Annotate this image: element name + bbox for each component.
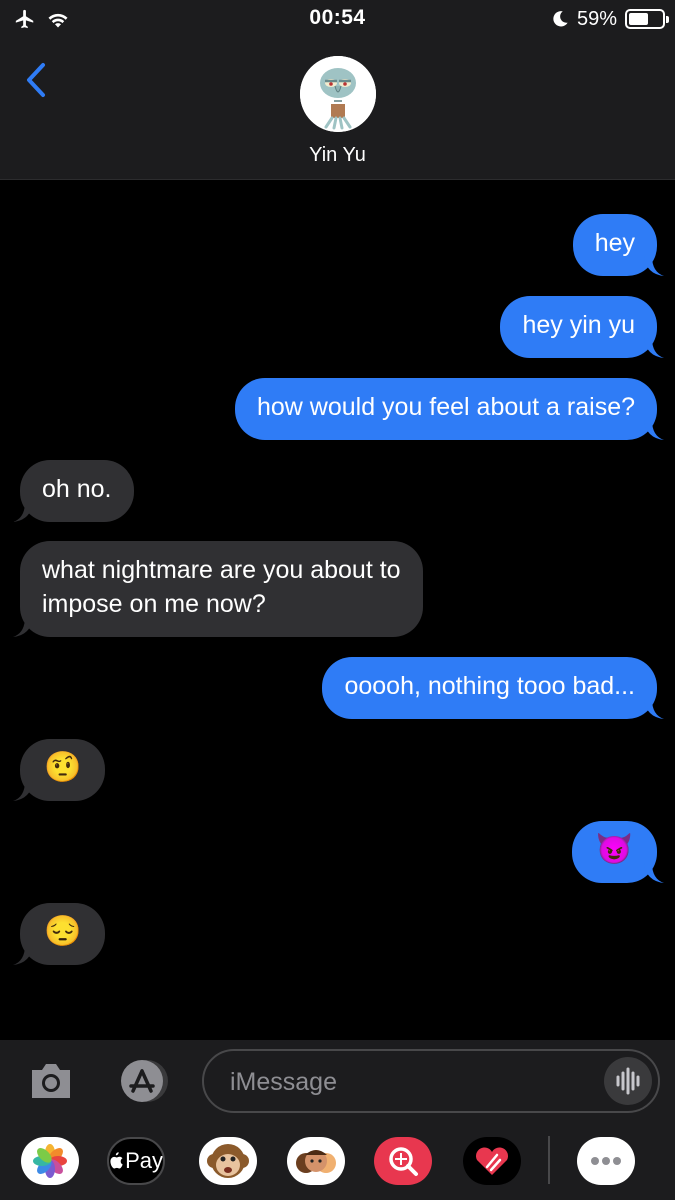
apple-pay-label: Pay xyxy=(125,1148,163,1173)
bubble-tail xyxy=(644,699,664,719)
moon-icon xyxy=(553,11,568,27)
audio-message-button[interactable] xyxy=(604,1057,652,1105)
message-text-line-1: what nightmare are you about to xyxy=(42,556,401,584)
animoji-button[interactable] xyxy=(199,1137,257,1185)
digital-touch-icon xyxy=(476,1147,508,1175)
message-text: oh no. xyxy=(42,475,112,503)
app-store-icon xyxy=(121,1060,168,1102)
bubble-tail xyxy=(13,617,33,637)
bubble-tail xyxy=(644,420,664,440)
message-sent-5[interactable]: 😈 xyxy=(571,821,664,883)
pensive-emoji: 😔 xyxy=(44,915,82,948)
raised-eyebrow-emoji: 🤨 xyxy=(44,751,82,784)
apple-pay-button[interactable]: Pay xyxy=(107,1137,165,1185)
status-bar: 00:54 59% xyxy=(0,0,675,38)
waveform-icon xyxy=(616,1067,640,1095)
camera-icon xyxy=(32,1064,70,1098)
search-images-icon xyxy=(389,1147,418,1176)
bubble-tail xyxy=(13,945,33,965)
status-right: 59% xyxy=(551,6,669,32)
battery-percent: 59% xyxy=(576,7,617,30)
avatar-illustration xyxy=(300,56,376,132)
bubble-tail xyxy=(644,863,664,883)
contact-name[interactable]: Yin Yu xyxy=(0,144,675,167)
chevron-left-icon xyxy=(27,63,45,97)
bubble-tail xyxy=(644,338,664,358)
message-input-field[interactable] xyxy=(202,1049,660,1113)
monkey-animoji-icon xyxy=(207,1144,249,1178)
back-button[interactable] xyxy=(18,58,58,102)
battery-cap xyxy=(666,16,669,23)
digital-touch-button[interactable] xyxy=(463,1137,521,1185)
message-received-1[interactable]: oh no. xyxy=(13,460,134,522)
message-input[interactable] xyxy=(230,1063,590,1101)
smiling-devil-emoji: 😈 xyxy=(595,833,633,866)
memoji-button[interactable] xyxy=(287,1137,345,1185)
more-apps-button[interactable] xyxy=(577,1137,635,1185)
more-icon xyxy=(591,1157,621,1165)
message-sent-2[interactable]: hey yin yu xyxy=(500,296,664,358)
memoji-icon xyxy=(296,1150,336,1173)
app-strip-divider xyxy=(548,1136,550,1184)
app-drawer: Pay xyxy=(0,1132,675,1192)
message-sent-3[interactable]: how would you feel about a raise? xyxy=(234,378,664,440)
message-text-line-2: impose on me now? xyxy=(42,590,266,618)
apple-logo-icon xyxy=(110,1152,123,1169)
bubble-tail xyxy=(13,502,33,522)
bubble-tail xyxy=(13,781,33,801)
app-store-button[interactable] xyxy=(114,1058,172,1104)
photos-app-button[interactable] xyxy=(21,1137,79,1185)
message-received-4[interactable]: 😔 xyxy=(13,903,106,965)
photos-icon xyxy=(33,1144,67,1178)
conversation-header: 00:54 59% Yin Yu xyxy=(0,0,675,180)
bubble-tail xyxy=(644,256,664,276)
camera-button[interactable] xyxy=(28,1060,74,1102)
battery-level xyxy=(629,13,648,25)
image-search-button[interactable] xyxy=(374,1137,432,1185)
message-sent-1[interactable]: hey xyxy=(572,214,664,276)
message-text: ooooh, nothing tooo bad... xyxy=(344,672,635,700)
message-text: hey yin yu xyxy=(522,311,635,339)
squidward-avatar[interactable] xyxy=(300,56,376,132)
message-text: hey xyxy=(594,229,635,257)
message-received-2[interactable]: what nightmare are you about to impose o… xyxy=(13,541,423,637)
message-sent-4[interactable]: ooooh, nothing tooo bad... xyxy=(322,657,664,719)
battery-icon xyxy=(625,9,669,29)
message-text: how would you feel about a raise? xyxy=(256,393,635,421)
message-received-3[interactable]: 🤨 xyxy=(13,739,106,801)
